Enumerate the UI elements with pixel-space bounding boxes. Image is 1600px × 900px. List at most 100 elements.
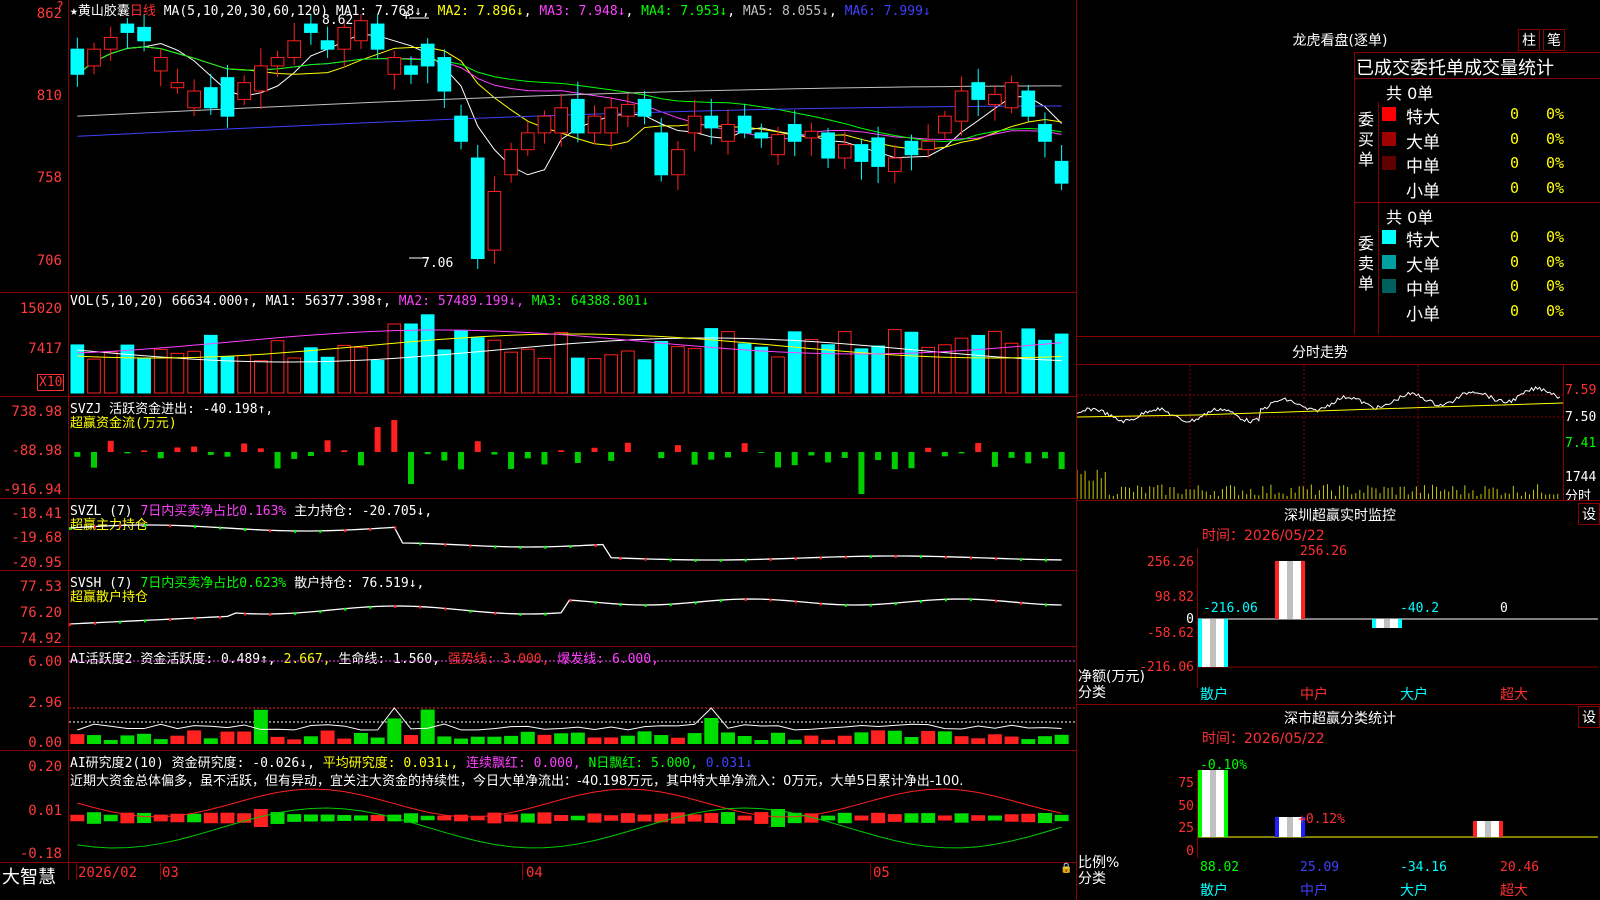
research-bar — [1004, 814, 1019, 822]
volume-bar — [270, 340, 285, 394]
volume-bar — [921, 346, 936, 394]
candle-body — [470, 157, 485, 260]
research-bar — [220, 812, 235, 824]
candle-body — [737, 115, 752, 134]
volume-bar — [537, 357, 552, 394]
flow-bar — [541, 452, 548, 465]
lock-icon[interactable]: 🔒 — [1060, 863, 1072, 874]
research-bar — [153, 814, 168, 822]
ai2-last: 0.031↓ — [705, 756, 753, 771]
candlestick-chart[interactable] — [69, 14, 1075, 292]
classify-top-line — [1076, 704, 1600, 705]
candle-body — [454, 115, 468, 142]
classify-value: 25.09 — [1300, 860, 1340, 875]
research-bar — [87, 812, 102, 824]
color-swatch-icon — [1382, 131, 1396, 146]
activity-bar — [554, 733, 569, 744]
classify-settings-button[interactable]: 设 — [1578, 706, 1600, 728]
dragon-tabs[interactable]: 已成交委托单成交量统计 — [1356, 54, 1554, 80]
intraday-tick: 7.59 — [1565, 383, 1597, 398]
holding-dot — [794, 557, 797, 561]
flow-bar — [858, 452, 865, 494]
date-tick — [870, 862, 871, 880]
volume-bar — [170, 352, 185, 394]
intraday-chart[interactable] — [1077, 365, 1563, 501]
activity-bar — [754, 739, 769, 744]
research-bar — [1054, 814, 1069, 822]
activity-bar — [120, 735, 135, 744]
holding-dot — [694, 558, 697, 562]
holding-dot — [169, 524, 172, 528]
monitor-bar-edge — [1198, 619, 1202, 667]
classify-chart[interactable] — [1198, 770, 1598, 860]
svzl-tick: -18.41 — [11, 506, 62, 522]
ai2-nday: N日飘红: 5.000, — [588, 756, 698, 771]
activity-bar — [370, 737, 385, 744]
volume-bar — [1004, 342, 1019, 394]
candle-body — [754, 132, 769, 139]
monitor-title: 深圳超赢实时监控 — [1284, 508, 1396, 524]
holding-dot — [219, 615, 222, 619]
monitor-category: 大户 — [1400, 687, 1428, 703]
monitor-value: -40.2 — [1400, 601, 1440, 616]
svzj-chart[interactable] — [69, 400, 1075, 497]
candle-body — [637, 98, 652, 117]
volume-chart[interactable] — [69, 300, 1075, 395]
activity-bar — [1037, 736, 1052, 744]
ai1-chart[interactable] — [69, 648, 1075, 749]
order-type: 特大 — [1406, 108, 1440, 128]
flow-bar — [958, 452, 965, 454]
monitor-settings-button[interactable]: 设 — [1578, 503, 1600, 525]
svzl-chart[interactable] — [69, 500, 1075, 569]
vol-unit[interactable]: X10 — [37, 374, 65, 391]
activity-bar — [537, 734, 552, 744]
candle-body — [854, 144, 869, 162]
monitor-tick: 0 — [1186, 612, 1194, 627]
activity-bar — [921, 730, 936, 744]
monitor-category: 散户 — [1200, 687, 1228, 703]
flow-bar — [441, 452, 448, 461]
research-bar — [303, 814, 318, 822]
activity-bar — [604, 737, 619, 744]
holding-dot — [544, 545, 547, 549]
holding-dot — [669, 558, 672, 562]
activity-bar — [637, 731, 652, 744]
ai2-header: AI研究度2(10) 资金研究度: -0.026↓, 平均研究度: 0.031↓… — [70, 752, 753, 771]
activity-bar — [704, 717, 719, 744]
holding-dot — [569, 545, 572, 549]
svsh-chart[interactable] — [69, 572, 1075, 645]
ai2-avg: 平均研究度: 0.031↓, — [322, 756, 459, 771]
monitor-bar-edge — [1372, 619, 1376, 628]
holding-dot — [844, 603, 847, 607]
tick-mode-button[interactable]: 笔 — [1543, 29, 1565, 51]
divider-footer — [0, 862, 1076, 863]
flow-bar — [1041, 452, 1048, 459]
candle-body — [837, 144, 852, 159]
ai2-description: 近期大资金总体偏多，虽不活跃，但有异动，宜关注大资金的持续性，今日大单净流出：-… — [70, 774, 964, 789]
research-bar — [353, 815, 368, 821]
bar-mode-button[interactable]: 柱 — [1518, 29, 1540, 51]
holding-dot — [494, 545, 497, 549]
holding-dot — [919, 599, 922, 603]
order-row: 小单 0 0% — [1380, 177, 1600, 202]
date-label: 04 — [526, 865, 543, 881]
divider-svzj-svzl — [0, 498, 1076, 499]
monitor-chart[interactable] — [1198, 548, 1598, 688]
holding-dot — [344, 607, 347, 611]
volume-bar — [804, 338, 819, 394]
candle-body — [604, 107, 619, 134]
volume-bar — [304, 347, 318, 394]
volume-bar — [971, 334, 986, 394]
volume-bar — [904, 331, 919, 394]
ai2-chart[interactable] — [69, 788, 1075, 861]
flow-bar — [508, 452, 515, 469]
holding-dot — [344, 529, 347, 533]
activity-bar — [1021, 739, 1036, 744]
buy-total: 共 0单 — [1386, 84, 1434, 103]
classify-title: 深市超赢分类统计 — [1284, 711, 1396, 727]
research-bar — [904, 813, 919, 823]
color-swatch-icon — [1382, 107, 1396, 121]
candle-body — [203, 87, 218, 109]
activity-bar — [720, 732, 735, 744]
research-bar — [1021, 813, 1036, 823]
